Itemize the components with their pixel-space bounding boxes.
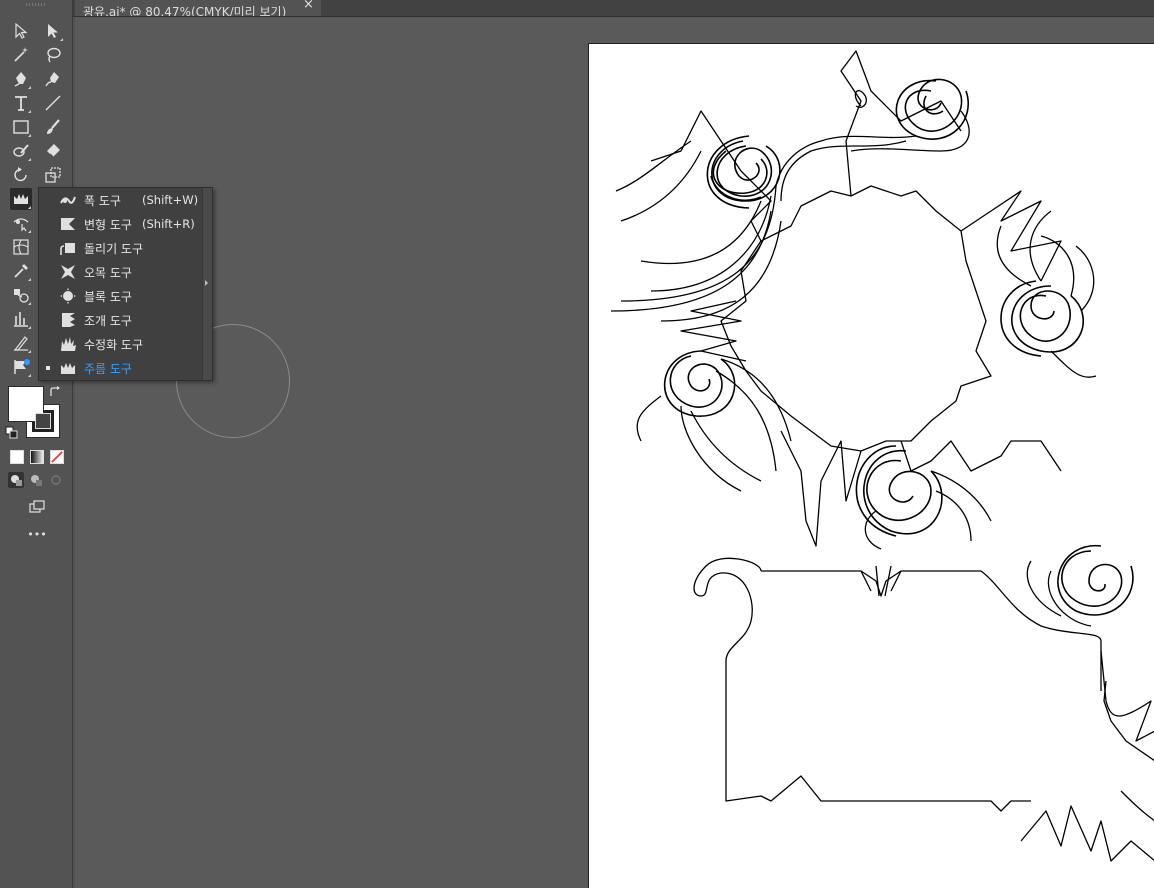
none-mode-button[interactable] <box>50 450 64 464</box>
swap-fill-stroke-icon[interactable] <box>47 384 63 400</box>
artboard-tool-icon[interactable] <box>10 356 32 378</box>
selected-indicator <box>46 366 50 370</box>
flyout-item-width-tool[interactable]: 폭 도구 (Shift+W) <box>39 188 202 212</box>
curvature-tool-icon[interactable] <box>42 68 64 90</box>
panel-grip[interactable] <box>26 3 46 6</box>
width-tool-icon <box>59 191 77 209</box>
lasso-tool-icon[interactable] <box>42 44 64 66</box>
puppet-warp-tool-icon[interactable] <box>10 212 32 234</box>
wrinkle-tool-icon[interactable] <box>10 188 32 210</box>
scallop-tool-icon <box>59 311 77 329</box>
warp-tool-icon <box>59 215 77 233</box>
blend-tool-icon[interactable] <box>10 284 32 306</box>
default-colors-icon[interactable] <box>4 425 20 441</box>
flyout-item-scallop-tool[interactable]: 조개 도구 <box>39 308 202 332</box>
flyout-item-label: 돌리기 도구 <box>84 241 144 256</box>
rectangle-tool-icon[interactable] <box>10 116 32 138</box>
direct-selection-tool-icon[interactable] <box>42 20 64 42</box>
close-tab-icon[interactable]: × <box>303 0 315 13</box>
document-tab[interactable]: 광유.ai* @ 80.47%(CMYK/미리 보기) × <box>75 0 321 16</box>
eraser-tool-icon[interactable] <box>42 140 64 162</box>
document-tab-bar: 광유.ai* @ 80.47%(CMYK/미리 보기) × <box>73 0 1154 17</box>
slice-tool-icon[interactable] <box>10 332 32 354</box>
flyout-item-wrinkle-tool[interactable]: 주름 도구 <box>39 356 202 380</box>
flyout-item-shortcut: (Shift+W) <box>142 193 199 207</box>
bloat-tool-icon <box>59 287 77 305</box>
flyout-item-pucker-tool[interactable]: 오목 도구 <box>39 260 202 284</box>
flyout-item-shortcut: (Shift+R) <box>142 217 195 231</box>
shaper-tool-icon[interactable] <box>10 140 32 162</box>
wrinkle-tool-icon <box>59 359 77 377</box>
twirl-tool-icon <box>59 239 77 257</box>
paintbrush-tool-icon[interactable] <box>42 116 64 138</box>
flyout-item-label: 조개 도구 <box>84 313 132 328</box>
flyout-item-label: 폭 도구 <box>84 193 121 208</box>
graph-tool-icon[interactable] <box>10 308 32 330</box>
artboard[interactable] <box>588 43 1154 888</box>
selection-tool-icon[interactable] <box>10 20 32 42</box>
pucker-tool-icon <box>59 263 77 281</box>
flyout-item-bloat-tool[interactable]: 블록 도구 <box>39 284 202 308</box>
flyout-tearoff-strip[interactable] <box>202 188 212 380</box>
tool-flyout-menu: 폭 도구 (Shift+W) 변형 도구 (Shift+R) 돌리기 도구 오목… <box>38 187 213 381</box>
mesh-tool-icon[interactable] <box>10 236 32 258</box>
artwork[interactable] <box>589 44 1154 888</box>
rotate-tool-icon[interactable] <box>10 164 32 186</box>
draw-behind-icon[interactable] <box>28 472 44 488</box>
tools-panel: ••• <box>0 0 73 888</box>
flyout-item-label: 블록 도구 <box>84 289 132 304</box>
gradient-mode-button[interactable] <box>30 450 44 464</box>
flyout-item-warp-tool[interactable]: 변형 도구 (Shift+R) <box>39 212 202 236</box>
color-mode-button[interactable] <box>10 450 24 464</box>
pen-tool-icon[interactable] <box>10 68 32 90</box>
line-tool-icon[interactable] <box>42 92 64 114</box>
scale-tool-icon[interactable] <box>42 164 64 186</box>
tearoff-arrow-icon <box>205 280 208 286</box>
flyout-item-label: 수정화 도구 <box>84 337 144 352</box>
eyedropper-tool-icon[interactable] <box>10 260 32 282</box>
flyout-item-label: 변형 도구 <box>84 217 132 232</box>
edit-toolbar-more-button[interactable]: ••• <box>26 528 48 544</box>
magic-wand-tool-icon[interactable] <box>10 44 32 66</box>
flyout-item-crystallize-tool[interactable]: 수정화 도구 <box>39 332 202 356</box>
flyout-item-label: 주름 도구 <box>84 361 132 376</box>
flyout-item-label: 오목 도구 <box>84 265 132 280</box>
flyout-item-twirl-tool[interactable]: 돌리기 도구 <box>39 236 202 260</box>
screen-mode-icon[interactable] <box>26 496 48 518</box>
document-tab-title: 광유.ai* @ 80.47%(CMYK/미리 보기) <box>83 5 287 16</box>
type-tool-icon[interactable] <box>10 92 32 114</box>
draw-normal-icon[interactable] <box>8 472 24 488</box>
crystallize-tool-icon <box>59 335 77 353</box>
draw-inside-icon[interactable] <box>48 472 64 488</box>
